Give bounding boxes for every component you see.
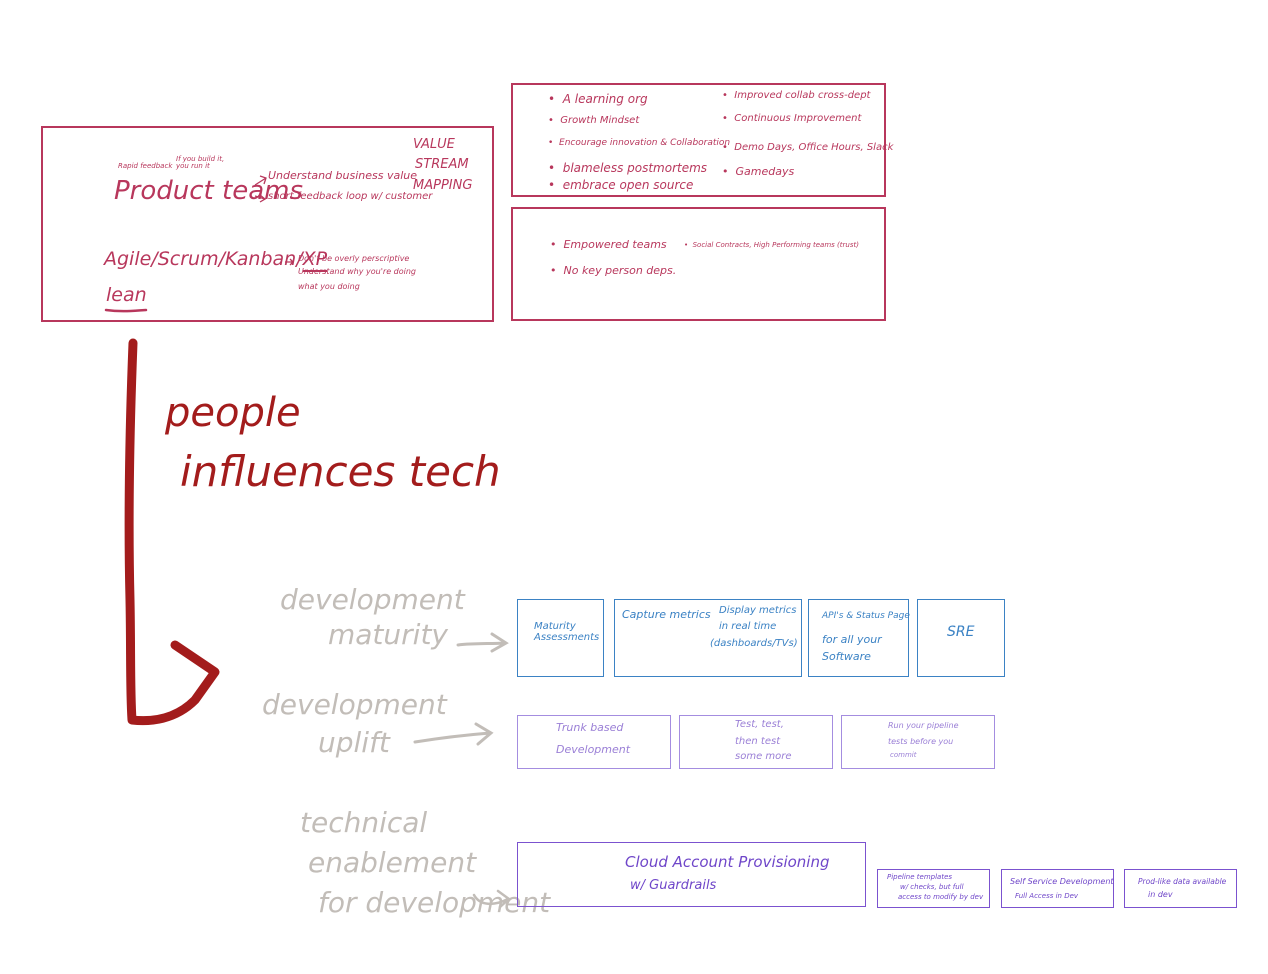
- prod-like-data-2: in dev: [1148, 890, 1173, 899]
- teams-item-2: • No key person deps.: [550, 264, 677, 277]
- status-page-3: Software: [822, 650, 871, 663]
- pipeline-templates-1: Pipeline templates: [887, 873, 953, 881]
- teams-item-1: • Empowered teams: [550, 238, 667, 251]
- culture-item-4: • blameless postmortems: [548, 161, 708, 175]
- lean-label: lean: [106, 284, 147, 306]
- culture-item-3: • Encourage innovation & Collaboration: [548, 138, 731, 148]
- culture-item-7: • Continuous Improvement: [722, 113, 862, 124]
- prod-like-data-box: [1124, 869, 1237, 908]
- testing-3: some more: [735, 751, 792, 762]
- uplift-arrow: [413, 722, 494, 746]
- agile-label: Agile/Scrum/Kanban/XP: [104, 248, 328, 272]
- pipeline-templates-2: w/ checks, but full: [900, 883, 964, 891]
- culture-item-5: • embrace open source: [548, 178, 694, 192]
- cloud-account-1: Cloud Account Provisioning: [625, 853, 830, 871]
- agile-note-1: Don't be overly perscriptive: [298, 254, 410, 263]
- status-page-1: API's & Status Page: [822, 611, 910, 621]
- testing-2: then test: [735, 736, 781, 747]
- pipeline-tests-1: Run your pipeline: [888, 721, 959, 730]
- trunk-based-2: Development: [556, 743, 631, 756]
- display-metrics-2: in real time: [719, 621, 777, 632]
- cloud-account-box: [517, 842, 866, 907]
- self-service-2: Full Access in Dev: [1015, 892, 1079, 900]
- pt-item-business-value: Understand business value: [268, 169, 418, 182]
- maturity-label-1: development: [280, 583, 465, 616]
- enablement-label-3: for development: [318, 886, 551, 919]
- vsm-line-2: STREAM: [415, 157, 469, 172]
- self-service-1: Self Service Development: [1010, 877, 1114, 886]
- vsm-line-3: MAPPING: [413, 178, 473, 193]
- display-metrics-3: (dashboards/TVs): [710, 638, 798, 649]
- capture-metrics-text: Capture metrics: [622, 608, 711, 621]
- pipeline-tests-2: tests before you: [888, 737, 954, 746]
- culture-item-2: • Growth Mindset: [548, 115, 640, 126]
- teams-item-3: • Social Contracts, High Performing team…: [684, 241, 859, 249]
- culture-item-6: • Improved collab cross-dept: [722, 90, 871, 101]
- status-page-2: for all your: [822, 633, 882, 646]
- pipeline-templates-3: access to modify by dev: [898, 893, 984, 901]
- uplift-label-1: development: [262, 688, 447, 721]
- testing-1: Test, test,: [735, 719, 784, 730]
- agile-text: Agile/Scrum/Kanban/: [104, 248, 303, 270]
- maturity-label-2: maturity: [328, 618, 448, 651]
- agile-note-3: what you doing: [298, 282, 360, 291]
- vsm-line-1: VALUE: [413, 137, 455, 152]
- display-metrics-1: Display metrics: [719, 605, 797, 616]
- trunk-based-1: Trunk based: [556, 721, 624, 734]
- maturity-arrow: [456, 632, 509, 653]
- people-label: people: [165, 390, 301, 436]
- note-rapid-feedback: Rapid feedback: [118, 162, 173, 170]
- note-build-run: If you build it, you run it: [176, 155, 225, 171]
- enablement-label-2: enablement: [308, 846, 477, 879]
- pt-item-feedback-loop: short feedback loop w/ customer: [268, 191, 433, 202]
- culture-item-1: • A learning org: [548, 92, 648, 106]
- pipeline-tests-3: commit: [890, 751, 917, 759]
- influences-tech-label: influences tech: [180, 447, 501, 496]
- enablement-label-1: technical: [300, 806, 428, 839]
- culture-item-9: • Gamedays: [722, 165, 795, 178]
- maturity-assessments-text: Maturity Assessments: [534, 621, 600, 643]
- cloud-account-2: w/ Guardrails: [630, 878, 717, 893]
- self-service-box: [1001, 869, 1114, 908]
- sre-text: SRE: [947, 624, 975, 640]
- prod-like-data-1: Prod-like data available: [1138, 877, 1227, 886]
- culture-item-8: • Demo Days, Office Hours, Slack: [722, 142, 894, 153]
- agile-note-2: Understand why you're doing: [298, 267, 416, 276]
- uplift-label-2: uplift: [318, 726, 390, 759]
